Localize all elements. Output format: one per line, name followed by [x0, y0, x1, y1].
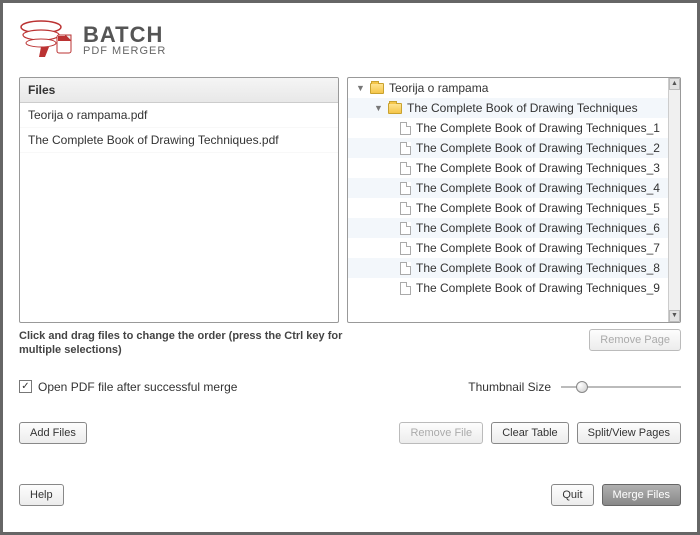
merge-files-button[interactable]: Merge Files	[602, 484, 681, 506]
page-label: The Complete Book of Drawing Techniques_…	[416, 161, 660, 175]
tree-page-row[interactable]: The Complete Book of Drawing Techniques_…	[348, 198, 668, 218]
page-icon	[400, 242, 411, 255]
page-label: The Complete Book of Drawing Techniques_…	[416, 181, 660, 195]
page-icon	[400, 262, 411, 275]
app-subtitle: PDF MERGER	[83, 46, 166, 57]
open-after-merge-option[interactable]: ✓ Open PDF file after successful merge	[19, 380, 237, 394]
thumbnail-size-label: Thumbnail Size	[468, 380, 551, 394]
scroll-up-icon[interactable]: ▲	[669, 78, 680, 90]
scrollbar[interactable]: ▲ ▼	[668, 78, 680, 322]
page-label: The Complete Book of Drawing Techniques_…	[416, 201, 660, 215]
clear-table-button[interactable]: Clear Table	[491, 422, 568, 444]
scroll-down-icon[interactable]: ▼	[669, 310, 680, 322]
help-button[interactable]: Help	[19, 484, 64, 506]
page-label: The Complete Book of Drawing Techniques_…	[416, 241, 660, 255]
folder-icon	[388, 103, 402, 114]
app-title: BATCH	[83, 24, 166, 46]
remove-page-button[interactable]: Remove Page	[589, 329, 681, 351]
split-view-pages-button[interactable]: Split/View Pages	[577, 422, 681, 444]
tree-folder-row[interactable]: ▼ The Complete Book of Drawing Technique…	[348, 98, 668, 118]
tree-page-row[interactable]: The Complete Book of Drawing Techniques_…	[348, 258, 668, 278]
page-icon	[400, 162, 411, 175]
app-header: BATCH PDF MERGER	[19, 17, 681, 63]
page-label: The Complete Book of Drawing Techniques_…	[416, 121, 660, 135]
add-files-button[interactable]: Add Files	[19, 422, 87, 444]
page-icon	[400, 202, 411, 215]
disclosure-open-icon[interactable]: ▼	[356, 84, 365, 93]
tree-folder-row[interactable]: ▼ Teorija o rampama	[348, 78, 668, 98]
tree-page-row[interactable]: The Complete Book of Drawing Techniques_…	[348, 118, 668, 138]
tree-page-row[interactable]: The Complete Book of Drawing Techniques_…	[348, 138, 668, 158]
folder-icon	[370, 83, 384, 94]
app-logo-icon	[19, 17, 75, 63]
page-icon	[400, 182, 411, 195]
file-row[interactable]: Teorija o rampama.pdf	[20, 103, 338, 128]
tree-page-row[interactable]: The Complete Book of Drawing Techniques_…	[348, 158, 668, 178]
tree-page-row[interactable]: The Complete Book of Drawing Techniques_…	[348, 278, 668, 298]
folder-label: The Complete Book of Drawing Techniques	[407, 101, 638, 115]
tree-page-row[interactable]: The Complete Book of Drawing Techniques_…	[348, 178, 668, 198]
thumbnail-size-slider[interactable]	[561, 386, 681, 388]
quit-button[interactable]: Quit	[551, 484, 593, 506]
pages-tree-panel: ▲ ▼ ▼ Teorija o rampama ▼ The Complete B…	[347, 77, 681, 323]
slider-thumb-icon[interactable]	[576, 381, 588, 393]
page-icon	[400, 142, 411, 155]
tree-page-row[interactable]: The Complete Book of Drawing Techniques_…	[348, 238, 668, 258]
drag-hint-text: Click and drag files to change the order…	[19, 329, 349, 358]
disclosure-open-icon[interactable]: ▼	[374, 104, 383, 113]
files-panel-header: Files	[20, 78, 338, 103]
file-row[interactable]: The Complete Book of Drawing Techniques.…	[20, 128, 338, 153]
page-icon	[400, 222, 411, 235]
checkbox-icon[interactable]: ✓	[19, 380, 32, 393]
pages-tree[interactable]: ▲ ▼ ▼ Teorija o rampama ▼ The Complete B…	[348, 78, 680, 322]
remove-file-button[interactable]: Remove File	[399, 422, 483, 444]
folder-label: Teorija o rampama	[389, 81, 488, 95]
tree-page-row[interactable]: The Complete Book of Drawing Techniques_…	[348, 218, 668, 238]
files-panel: Files Teorija o rampama.pdf The Complete…	[19, 77, 339, 323]
page-label: The Complete Book of Drawing Techniques_…	[416, 281, 660, 295]
page-label: The Complete Book of Drawing Techniques_…	[416, 261, 660, 275]
page-label: The Complete Book of Drawing Techniques_…	[416, 141, 660, 155]
page-icon	[400, 122, 411, 135]
file-list[interactable]: Teorija o rampama.pdf The Complete Book …	[20, 103, 338, 321]
checkbox-label: Open PDF file after successful merge	[38, 380, 237, 394]
page-label: The Complete Book of Drawing Techniques_…	[416, 221, 660, 235]
page-icon	[400, 282, 411, 295]
